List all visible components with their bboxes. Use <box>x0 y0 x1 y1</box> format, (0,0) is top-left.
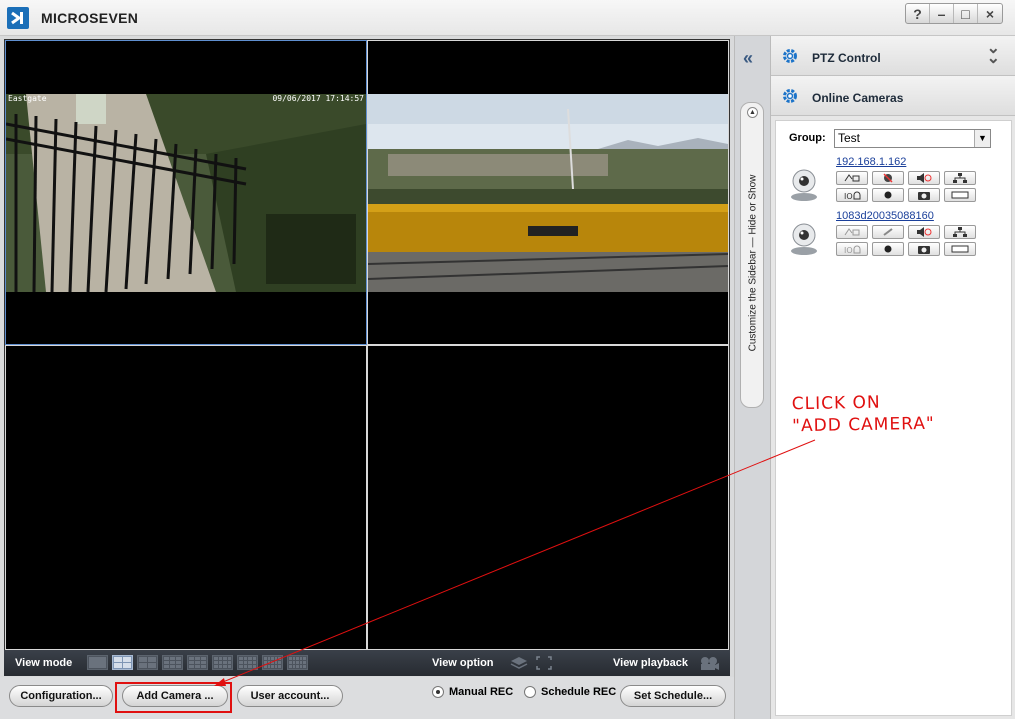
record-icon[interactable] <box>872 188 904 202</box>
online-cameras-title: Online Cameras <box>812 91 904 105</box>
annotation-line-1: CLICK ON <box>791 392 881 415</box>
app-title: MICROSEVEN <box>41 10 139 26</box>
annotation-line-2: "ADD CAMERA" <box>792 413 935 437</box>
camera-feed-railway <box>368 94 728 292</box>
snapshot-icon[interactable] <box>908 242 940 256</box>
layout-4x4-button[interactable] <box>212 655 233 670</box>
view-bar: View mode View option View playback <box>4 650 730 676</box>
annotation-callout: CLICK ON "ADD CAMERA" <box>792 391 935 437</box>
annotation-highlight-box <box>115 682 232 713</box>
io-alarm-icon[interactable]: IO <box>836 188 868 202</box>
window-controls: ? – □ × <box>905 3 1003 24</box>
camera-name-link[interactable]: 192.168.1.162 <box>836 156 906 168</box>
ptz-control-title: PTZ Control <box>812 51 881 65</box>
camera-name-link[interactable]: 1083d20035088160 <box>836 210 934 222</box>
group-select[interactable]: Test ▼ <box>834 129 991 148</box>
mute-talk-icon[interactable] <box>872 171 904 185</box>
speaker-mute-icon[interactable] <box>908 171 940 185</box>
layout-5x5-button[interactable] <box>262 655 283 670</box>
camera-item: 192.168.1.162 IO <box>786 156 1011 208</box>
camera-label: Eastgate <box>8 94 47 103</box>
schedule-rec-label: Schedule REC <box>541 686 617 698</box>
radio-dot <box>432 686 444 698</box>
io-alarm-icon[interactable]: IO <box>836 242 868 256</box>
layout-1x1-button[interactable] <box>87 655 108 670</box>
right-panel: PTZ Control ⌄ ⌄ Online Cameras Group: Tes… <box>770 36 1015 719</box>
set-schedule-button[interactable]: Set Schedule... <box>620 685 726 707</box>
camera-actions: IO <box>836 225 976 256</box>
film-reel-icon[interactable] <box>698 655 720 671</box>
sidebar-toggle-strip: « ▲ Customize the Sidebar — Hide or Show <box>734 36 770 719</box>
group-label: Group: <box>789 132 826 144</box>
snapshot-icon[interactable] <box>908 188 940 202</box>
fullscreen-icon[interactable] <box>535 655 553 671</box>
svg-text:IO: IO <box>844 246 853 254</box>
layout-1plus12-button[interactable] <box>237 655 258 670</box>
record-icon[interactable] <box>872 242 904 256</box>
view-option-label: View option <box>432 657 494 669</box>
manual-rec-radio[interactable]: Manual REC <box>432 686 513 698</box>
online-cameras-header[interactable]: Online Cameras <box>771 76 1015 116</box>
app-logo-icon <box>7 7 29 29</box>
camera-actions: IO <box>836 171 976 202</box>
layout-1plus5-button[interactable] <box>137 655 158 670</box>
chevron-down-icon[interactable]: ⌄ ⌄ <box>987 41 1000 67</box>
manual-rec-label: Manual REC <box>449 686 514 698</box>
speaker-mute-icon[interactable] <box>908 225 940 239</box>
configuration-button[interactable]: Configuration... <box>9 685 113 707</box>
fullscreen-view-icon[interactable] <box>944 188 976 202</box>
video-cell-3[interactable] <box>5 345 367 650</box>
layout-3x3-button[interactable] <box>162 655 183 670</box>
maximize-button[interactable]: □ <box>954 4 978 23</box>
camera-feed-backyard <box>6 94 366 292</box>
bottom-toolbar: Configuration... Add Camera ... User acc… <box>0 677 734 719</box>
network-icon[interactable] <box>944 171 976 185</box>
layout-1plus7-button[interactable] <box>187 655 208 670</box>
minimize-button[interactable]: – <box>930 4 954 23</box>
video-cell-1[interactable]: Eastgate 09/06/2017 17:14:57 <box>5 40 367 345</box>
help-button[interactable]: ? <box>906 4 930 23</box>
arrow-up-icon: ▲ <box>747 107 758 118</box>
group-select-value: Test <box>838 131 861 145</box>
customize-sidebar-label: Customize the Sidebar — Hide or Show <box>747 174 759 352</box>
ptz-control-header[interactable]: PTZ Control ⌄ ⌄ <box>771 36 1015 76</box>
camera-timestamp: 09/06/2017 17:14:57 <box>272 94 364 103</box>
view-playback-label: View playback <box>613 657 689 669</box>
layout-selector <box>87 655 308 670</box>
svg-text:IO: IO <box>844 192 853 200</box>
gear-icon <box>783 49 797 63</box>
user-account-button[interactable]: User account... <box>237 685 343 707</box>
view-mode-label: View mode <box>15 657 73 669</box>
collapse-sidebar-icon[interactable]: « <box>743 48 753 69</box>
dropdown-arrow-icon: ▼ <box>974 130 990 147</box>
talk-icon[interactable] <box>872 225 904 239</box>
video-grid: Eastgate 09/06/2017 17:14:57 <box>4 39 730 650</box>
radio-dot <box>524 686 536 698</box>
video-cell-2[interactable] <box>367 40 729 345</box>
title-bar: MICROSEVEN ? – □ × <box>0 0 1015 36</box>
layout-2x2-button[interactable] <box>112 655 133 670</box>
motion-detect-icon[interactable] <box>836 225 868 239</box>
stack-icon[interactable] <box>510 655 528 671</box>
schedule-rec-radio[interactable]: Schedule REC <box>524 686 616 698</box>
close-button[interactable]: × <box>978 4 1002 23</box>
customize-sidebar-tab[interactable]: ▲ Customize the Sidebar — Hide or Show <box>740 102 764 408</box>
webcam-icon <box>791 223 817 255</box>
webcam-icon <box>791 169 817 201</box>
camera-item: 1083d20035088160 IO <box>786 210 1011 262</box>
layout-6x6-button[interactable] <box>287 655 308 670</box>
fullscreen-view-icon[interactable] <box>944 242 976 256</box>
gear-icon <box>783 89 797 103</box>
motion-detect-icon[interactable] <box>836 171 868 185</box>
video-cell-4[interactable] <box>367 345 729 650</box>
network-icon[interactable] <box>944 225 976 239</box>
